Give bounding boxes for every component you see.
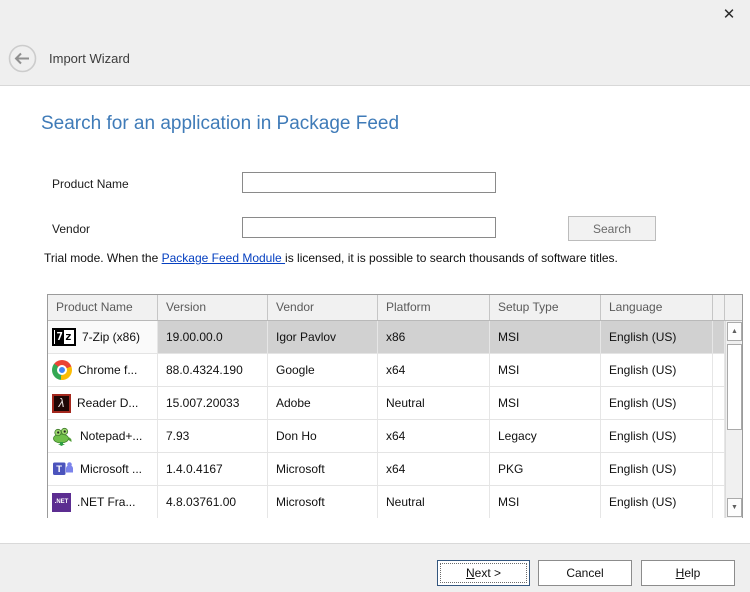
- column-header-product-name[interactable]: Product Name: [48, 295, 158, 320]
- cell-filler: [713, 354, 725, 386]
- cell-filler: [713, 420, 725, 452]
- table-body: 7z 7-Zip (x86) 19.00.00.0 Igor Pavlov x8…: [48, 321, 742, 518]
- cell-vendor: Adobe: [268, 387, 378, 419]
- cell-product-name: Reader D...: [77, 396, 138, 410]
- cell-language: English (US): [601, 354, 713, 386]
- table-row-microsoft-teams[interactable]: T Microsoft ... 1.4.0.4167 Microsoft x64…: [48, 453, 742, 486]
- results-table: Product Name Version Vendor Platform Set…: [47, 294, 743, 518]
- back-arrow-icon: [8, 44, 37, 73]
- table-row-notepad-plus-plus[interactable]: Notepad+... 7.93 Don Ho x64 Legacy Engli…: [48, 420, 742, 453]
- cell-filler: [713, 387, 725, 419]
- cell-product-name: Chrome f...: [78, 363, 137, 377]
- cell-product-name: 7-Zip (x86): [82, 330, 140, 344]
- table-scrollbar[interactable]: ▲ ▼: [725, 321, 742, 518]
- cell-platform: Neutral: [378, 486, 490, 518]
- trial-text-prefix: Trial mode. When the: [44, 251, 162, 265]
- cell-setup-type: MSI: [490, 354, 601, 386]
- cell-platform: Neutral: [378, 387, 490, 419]
- vendor-label: Vendor: [52, 222, 90, 236]
- microsoft-teams-icon: T: [52, 459, 74, 479]
- help-button[interactable]: Help: [641, 560, 735, 586]
- help-label-rest: elp: [684, 566, 700, 580]
- back-button[interactable]: [8, 44, 37, 73]
- search-button[interactable]: Search: [568, 216, 656, 241]
- cell-version: 19.00.00.0: [158, 321, 268, 353]
- next-button[interactable]: Next >: [437, 560, 530, 586]
- cell-version: 4.8.03761.00: [158, 486, 268, 518]
- scrollbar-thumb[interactable]: [727, 344, 742, 430]
- cell-filler: [713, 453, 725, 485]
- 7zip-icon: 7z: [52, 328, 76, 346]
- dotnet-icon: .NET: [52, 493, 71, 512]
- scroll-down-icon[interactable]: ▼: [727, 498, 742, 517]
- column-header-setup-type[interactable]: Setup Type: [490, 295, 601, 320]
- cell-filler: [713, 321, 725, 353]
- column-header-platform[interactable]: Platform: [378, 295, 490, 320]
- vendor-input[interactable]: [242, 217, 496, 238]
- cell-vendor: Igor Pavlov: [268, 321, 378, 353]
- close-icon[interactable]: ✕: [716, 3, 742, 27]
- product-name-input[interactable]: [242, 172, 496, 193]
- table-row-adobe-reader[interactable]: λ Reader D... 15.007.20033 Adobe Neutral…: [48, 387, 742, 420]
- cell-vendor: Microsoft: [268, 453, 378, 485]
- column-header-language[interactable]: Language: [601, 295, 713, 320]
- cell-platform: x64: [378, 354, 490, 386]
- cell-setup-type: PKG: [490, 453, 601, 485]
- cell-setup-type: MSI: [490, 387, 601, 419]
- cell-platform: x64: [378, 420, 490, 452]
- table-row-chrome[interactable]: Chrome f... 88.0.4324.190 Google x64 MSI…: [48, 354, 742, 387]
- column-header-version[interactable]: Version: [158, 295, 268, 320]
- cell-product-name: .NET Fra...: [77, 495, 135, 509]
- cell-version: 15.007.20033: [158, 387, 268, 419]
- cell-language: English (US): [601, 420, 713, 452]
- cell-version: 88.0.4324.190: [158, 354, 268, 386]
- cell-filler: [713, 486, 725, 518]
- table-row-dotnet-framework[interactable]: .NET .NET Fra... 4.8.03761.00 Microsoft …: [48, 486, 742, 518]
- notepad-plus-plus-icon: [52, 426, 74, 446]
- column-header-filler: [713, 295, 725, 320]
- cell-setup-type: MSI: [490, 321, 601, 353]
- 7zip-icon-z: z: [64, 330, 73, 344]
- column-header-scroll-corner: [725, 295, 742, 320]
- cell-language: English (US): [601, 387, 713, 419]
- cell-platform: x86: [378, 321, 490, 353]
- adobe-reader-icon: λ: [52, 394, 71, 413]
- cell-vendor: Microsoft: [268, 486, 378, 518]
- cell-version: 7.93: [158, 420, 268, 452]
- cell-setup-type: Legacy: [490, 420, 601, 452]
- table-row-7zip[interactable]: 7z 7-Zip (x86) 19.00.00.0 Igor Pavlov x8…: [48, 321, 742, 354]
- cell-product-name: Notepad+...: [80, 429, 142, 443]
- next-accelerator: N: [466, 566, 475, 580]
- cell-language: English (US): [601, 486, 713, 518]
- cell-product-name: Microsoft ...: [80, 462, 142, 476]
- trial-text-suffix: is licensed, it is possible to search th…: [285, 251, 618, 265]
- package-feed-module-link[interactable]: Package Feed Module: [162, 251, 285, 265]
- 7zip-icon-7: 7: [55, 330, 64, 344]
- wizard-header: ✕ Import Wizard: [0, 0, 750, 86]
- column-header-vendor[interactable]: Vendor: [268, 295, 378, 320]
- footer-bar: Next > Cancel Help: [0, 543, 750, 592]
- cell-language: English (US): [601, 453, 713, 485]
- next-label-rest: ext >: [475, 566, 501, 580]
- svg-text:T: T: [56, 464, 62, 475]
- cell-setup-type: MSI: [490, 486, 601, 518]
- trial-notice: Trial mode. When the Package Feed Module…: [44, 251, 618, 265]
- cell-vendor: Don Ho: [268, 420, 378, 452]
- wizard-title: Import Wizard: [49, 51, 130, 66]
- cell-platform: x64: [378, 453, 490, 485]
- table-header-row: Product Name Version Vendor Platform Set…: [48, 295, 742, 321]
- product-name-label: Product Name: [52, 177, 129, 191]
- chrome-icon: [52, 360, 72, 380]
- cell-language: English (US): [601, 321, 713, 353]
- scroll-up-icon[interactable]: ▲: [727, 322, 742, 341]
- cell-version: 1.4.0.4167: [158, 453, 268, 485]
- page-title: Search for an application in Package Fee…: [41, 113, 399, 135]
- cancel-button[interactable]: Cancel: [538, 560, 632, 586]
- cell-vendor: Google: [268, 354, 378, 386]
